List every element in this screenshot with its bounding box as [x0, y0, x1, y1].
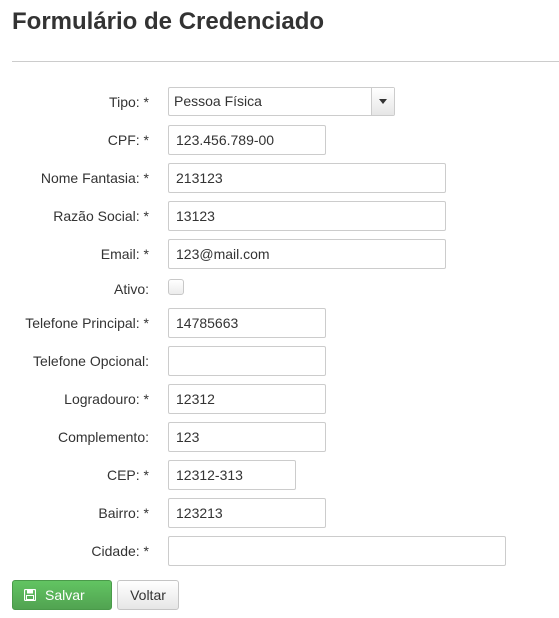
razao-social-label: Razão Social: *: [53, 208, 149, 224]
back-button[interactable]: Voltar: [117, 580, 179, 610]
ativo-label: Ativo:: [113, 281, 149, 297]
cep-label: CEP: *: [106, 467, 149, 483]
page-title: Formulário de Credenciado: [12, 8, 325, 35]
telefone-opcional-input[interactable]: [168, 346, 326, 376]
tipo-select-value: Pessoa Física: [174, 93, 262, 109]
bairro-label: Bairro: *: [98, 505, 149, 521]
cpf-label: CPF: *: [107, 132, 149, 148]
save-button-label: Salvar: [45, 587, 85, 603]
nome-fantasia-label: Nome Fantasia: *: [40, 170, 149, 186]
caret-down-icon: [379, 99, 387, 104]
cep-input[interactable]: [168, 460, 296, 490]
save-button[interactable]: Salvar: [12, 580, 112, 610]
tipo-dropdown-toggle[interactable]: [371, 88, 394, 115]
telefone-principal-input[interactable]: [168, 308, 326, 338]
complemento-label: Complemento:: [57, 429, 149, 445]
nome-fantasia-input[interactable]: [168, 163, 446, 193]
ativo-checkbox[interactable]: [168, 279, 184, 295]
cidade-label: Cidade: *: [91, 543, 149, 559]
title-divider: [12, 61, 559, 62]
bairro-input[interactable]: [168, 498, 326, 528]
telefone-principal-label: Telefone Principal: *: [25, 315, 149, 331]
razao-social-input[interactable]: [168, 201, 446, 231]
tipo-select[interactable]: Pessoa Física: [168, 87, 395, 116]
logradouro-input[interactable]: [168, 384, 326, 414]
complemento-input[interactable]: [168, 422, 326, 452]
email-input[interactable]: [168, 239, 446, 269]
telefone-opcional-label: Telefone Opcional:: [33, 353, 149, 369]
logradouro-label: Logradouro: *: [64, 391, 149, 407]
floppy-disk-icon: [24, 589, 36, 601]
cidade-input[interactable]: [168, 536, 506, 566]
tipo-label: Tipo: *: [109, 94, 149, 110]
cpf-input[interactable]: [168, 125, 326, 155]
email-label: Email: *: [100, 246, 149, 262]
